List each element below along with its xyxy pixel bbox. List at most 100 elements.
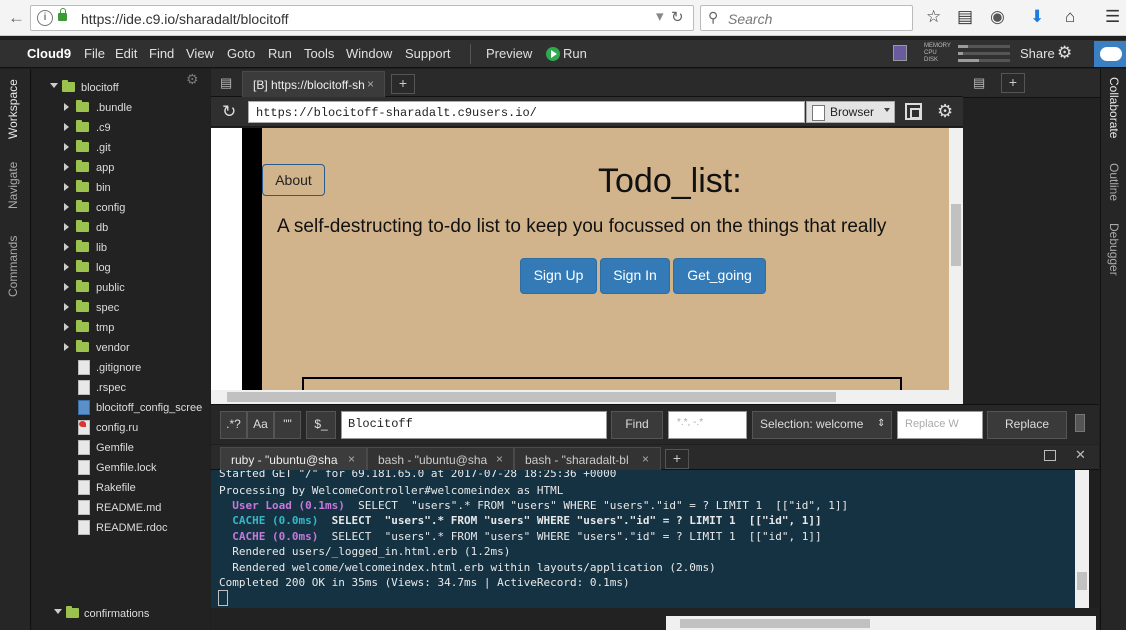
tab-navigate[interactable]: Navigate <box>6 162 20 209</box>
preview-settings-gear-icon[interactable]: ⚙ <box>937 101 953 122</box>
scrollbar-thumb[interactable] <box>680 619 870 628</box>
tab-collaborate[interactable]: Collaborate <box>1107 77 1121 138</box>
regex-toggle[interactable]: .*? <box>220 411 247 439</box>
new-tab-plus-icon[interactable]: + <box>391 74 415 94</box>
findbar-toggle[interactable] <box>1075 414 1085 432</box>
replace-placeholder: Replace W <box>905 418 959 430</box>
chevron-right-icon <box>64 283 69 291</box>
tab-outline[interactable]: Outline <box>1107 163 1121 201</box>
whole-word-toggle[interactable]: "" <box>274 411 301 439</box>
info-icon[interactable]: i <box>37 10 53 26</box>
vertical-scrollbar[interactable] <box>949 128 963 390</box>
selection-dropdown[interactable]: Selection: welcome ⇕ <box>752 411 892 439</box>
menu-icon[interactable]: ☰ <box>1105 7 1120 27</box>
file-pattern-input[interactable]: *.*, -.* <box>668 411 747 439</box>
sign-in-button[interactable]: Sign In <box>600 258 670 294</box>
scrollbar-thumb[interactable] <box>1077 572 1087 590</box>
browser-select-label: Browser <box>830 105 875 119</box>
close-icon[interactable]: × <box>348 452 355 466</box>
terminal-line: Rendered welcome/welcomeindex.html.erb w… <box>219 561 716 574</box>
close-icon[interactable]: × <box>367 77 374 91</box>
ruby-file-icon <box>78 420 90 435</box>
address-url[interactable]: https://ide.c9.io/sharadalt/blocitoff <box>81 11 289 27</box>
tab-workspace[interactable]: Workspace <box>6 79 20 139</box>
find-button[interactable]: Find <box>611 411 663 439</box>
sign-up-button[interactable]: Sign Up <box>520 258 597 294</box>
terminal-tab-bash-2[interactable]: bash - "sharadalt-bl × <box>514 447 661 471</box>
scrollbar-thumb[interactable] <box>951 204 961 266</box>
case-sensitive-toggle[interactable]: Aa <box>247 411 274 439</box>
menu-find[interactable]: Find <box>149 46 174 61</box>
home-icon[interactable]: ⌂ <box>1065 7 1075 27</box>
reload-icon[interactable]: ↻ <box>671 8 684 26</box>
tab-commands[interactable]: Commands <box>6 236 20 297</box>
terminal-sql: SELECT "users".* FROM "users" WHERE "use… <box>344 499 849 512</box>
terminal-tab-bash-1[interactable]: bash - "ubuntu@sha × <box>367 447 514 471</box>
horizontal-scrollbar[interactable] <box>211 390 963 404</box>
terminal-scrollbar[interactable] <box>1075 470 1089 608</box>
preview-tab[interactable]: [B] https://blocitoff-sh × <box>242 71 385 97</box>
run-button[interactable]: Run <box>546 46 587 61</box>
menu-support[interactable]: Support <box>405 46 451 61</box>
close-icon[interactable]: × <box>642 452 649 466</box>
terminal-output[interactable]: Started GET "/" for 69.181.65.0 at 2017-… <box>211 470 1075 608</box>
settings-gear-icon[interactable]: ⚙ <box>1057 43 1072 63</box>
back-icon[interactable]: ← <box>8 8 25 28</box>
menu-divider <box>470 44 471 64</box>
pocket-icon[interactable]: ◉ <box>990 7 1005 27</box>
replace-input[interactable]: Replace W <box>897 411 983 439</box>
download-icon[interactable]: ⬇ <box>1030 7 1044 27</box>
reading-list-icon[interactable]: ▤ <box>957 7 973 27</box>
close-icon[interactable]: × <box>496 452 503 466</box>
menu-edit[interactable]: Edit <box>115 46 137 61</box>
folder-icon <box>76 120 89 132</box>
get-going-button[interactable]: Get_going <box>673 258 766 294</box>
preview-reload-icon[interactable]: ↻ <box>222 102 236 122</box>
menu-file[interactable]: File <box>84 46 105 61</box>
tree-settings-gear-icon[interactable]: ⚙ <box>186 71 199 88</box>
maximize-icon[interactable] <box>1044 450 1056 461</box>
new-terminal-plus-icon[interactable]: + <box>665 449 689 469</box>
search-selection-toggle[interactable]: $_ <box>306 411 336 439</box>
tree-item-label: tmp <box>96 322 115 334</box>
menu-view[interactable]: View <box>186 46 214 61</box>
chevron-down-icon <box>50 83 58 88</box>
address-bar[interactable]: i https://ide.c9.io/sharadalt/blocitoff … <box>30 5 694 31</box>
file-icon <box>78 440 90 455</box>
search-input[interactable]: ⚲ Search <box>700 5 913 31</box>
menu-tools[interactable]: Tools <box>304 46 334 61</box>
replace-button[interactable]: Replace <box>987 411 1067 439</box>
browser-select[interactable]: Browser <box>806 101 895 123</box>
tab-list-icon[interactable]: ▤ <box>973 75 985 91</box>
chevron-right-icon <box>64 223 69 231</box>
cloud9-cloud-icon[interactable] <box>1094 41 1126 67</box>
find-input[interactable]: Blocitoff <box>341 411 607 439</box>
menu-window[interactable]: Window <box>346 46 392 61</box>
terminal-tab-ruby[interactable]: ruby - "ubuntu@sha × <box>220 447 367 471</box>
tree-item-label: spec <box>96 302 120 314</box>
preview-url-input[interactable]: https://blocitoff-sharadalt.c9users.io/ <box>248 101 805 123</box>
tab-list-icon[interactable]: ▤ <box>220 75 232 91</box>
folder-icon <box>76 180 89 192</box>
file-tree: blocitoff .bundle .c9 .git app bin config db li… <box>32 69 210 630</box>
menu-run[interactable]: Run <box>268 46 292 61</box>
cloud9-logo[interactable]: Cloud9 <box>27 46 71 61</box>
file-pattern-placeholder: *.*, -.* <box>677 417 704 428</box>
tab-debugger[interactable]: Debugger <box>1107 223 1121 276</box>
about-button[interactable]: About <box>262 164 325 196</box>
popout-icon[interactable] <box>905 103 922 120</box>
memory-meter <box>958 45 1010 48</box>
terminal-line: CACHE (0.0ms) SELECT "users".* FROM "use… <box>219 514 821 527</box>
avatar[interactable] <box>893 45 907 61</box>
folder-icon <box>76 100 89 112</box>
share-button[interactable]: Share <box>1020 46 1055 61</box>
page-tagline: A self-destructing to-do list to keep yo… <box>277 216 887 237</box>
new-tab-plus-icon[interactable]: + <box>1001 73 1025 93</box>
scrollbar-thumb[interactable] <box>227 392 836 402</box>
preview-button[interactable]: Preview <box>486 46 532 61</box>
bottom-horizontal-scrollbar[interactable] <box>666 616 1096 630</box>
menu-goto[interactable]: Goto <box>227 46 255 61</box>
bookmark-star-icon[interactable]: ☆ <box>926 7 941 27</box>
dropdown-arrow-icon[interactable]: ▾ <box>656 7 664 25</box>
close-panel-icon[interactable]: ✕ <box>1075 447 1086 463</box>
